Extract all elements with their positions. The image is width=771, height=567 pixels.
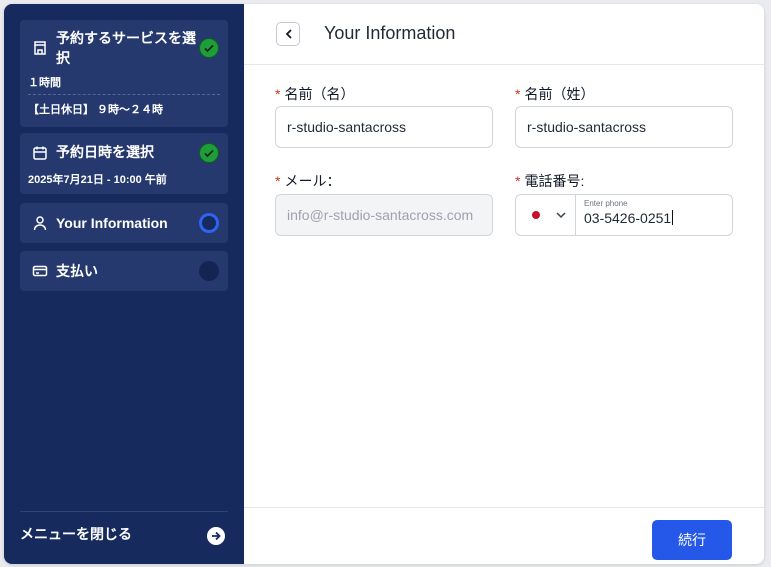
- step-your-information[interactable]: Your Information: [20, 203, 228, 243]
- email-label: * メール：: [275, 173, 341, 189]
- chevron-down-icon: [556, 212, 566, 219]
- phone-hint: Enter phone: [584, 199, 628, 208]
- phone-label: * 電話番号:: [515, 173, 585, 189]
- required-mark: *: [515, 86, 521, 102]
- step-title: 予約するサービスを選択: [56, 30, 196, 66]
- last-name-input[interactable]: [515, 106, 733, 148]
- service-hours: 【土日休日】 ９時〜２４時: [28, 104, 164, 116]
- required-mark: *: [275, 173, 281, 189]
- close-menu-button[interactable]: メニューを閉じる: [20, 524, 132, 544]
- required-mark: *: [275, 86, 281, 102]
- phone-field[interactable]: Enter phone 03-5426-0251: [515, 194, 733, 236]
- step-title: 支払い: [56, 263, 98, 279]
- dashed-divider: [28, 94, 220, 95]
- step-payment[interactable]: 支払い: [20, 251, 228, 291]
- text-caret: [672, 210, 674, 225]
- required-mark: *: [515, 173, 521, 189]
- store-icon: [34, 41, 46, 55]
- first-name-input[interactable]: [275, 106, 493, 148]
- back-button[interactable]: [276, 22, 300, 46]
- country-code-select[interactable]: [516, 195, 576, 235]
- selected-datetime: 2025年7月21日 - 10:00 午前: [28, 174, 167, 186]
- email-input[interactable]: [275, 194, 493, 236]
- page-header: Your Information: [244, 4, 764, 65]
- first-name-label: * 名前（名）: [275, 86, 355, 102]
- check-icon: [199, 38, 219, 58]
- continue-button[interactable]: 続行: [652, 520, 732, 560]
- japan-flag-icon: [532, 211, 540, 219]
- main-panel: Your Information *名前（名） *名前（姓） *メール： *電話…: [244, 4, 764, 564]
- booking-window: 予約するサービスを選択 １時間 【土日休日】 ９時〜２４時 予約日時を選択 20…: [4, 4, 764, 564]
- page-footer: 続行: [244, 507, 764, 564]
- pending-step-indicator: [199, 261, 219, 281]
- calendar-icon: [33, 146, 47, 160]
- phone-input[interactable]: 03-5426-0251: [584, 210, 674, 226]
- last-name-label: * 名前（姓）: [515, 86, 595, 102]
- step-title: Your Information: [56, 215, 168, 231]
- steps-sidebar: 予約するサービスを選択 １時間 【土日休日】 ９時〜２４時 予約日時を選択 20…: [4, 4, 244, 564]
- step-title: 予約日時を選択: [56, 144, 154, 160]
- user-icon: [33, 216, 47, 231]
- current-step-indicator: [199, 213, 219, 233]
- check-icon: [199, 143, 219, 163]
- arrow-right-icon[interactable]: [207, 527, 225, 545]
- credit-card-icon: [32, 265, 48, 277]
- chevron-left-icon: [285, 29, 292, 39]
- service-duration: １時間: [28, 77, 61, 89]
- page-title: Your Information: [324, 23, 456, 43]
- step-select-datetime[interactable]: 予約日時を選択 2025年7月21日 - 10:00 午前: [20, 133, 228, 194]
- sidebar-divider: [20, 511, 228, 512]
- step-select-service[interactable]: 予約するサービスを選択 １時間 【土日休日】 ９時〜２４時: [20, 20, 228, 127]
